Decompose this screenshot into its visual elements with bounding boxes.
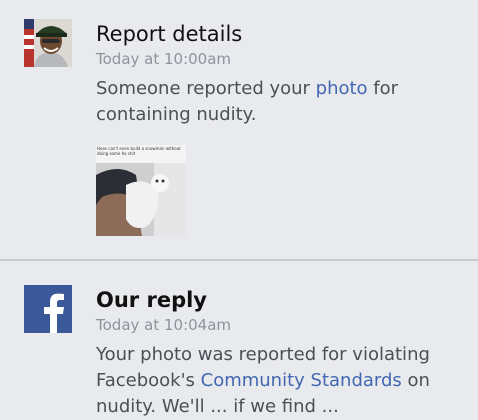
community-standards-link[interactable]: Community Standards: [201, 370, 402, 391]
reporter-avatar[interactable]: [24, 19, 72, 67]
reply-message: Your photo was reported for violating Fa…: [96, 342, 466, 420]
reply-title: Our reply: [96, 288, 207, 312]
report-message: Someone reported your photo for containi…: [96, 76, 466, 128]
report-timestamp: Today at 10:00am: [96, 50, 232, 68]
report-details-entry[interactable]: Report details Today at 10:00am Someone …: [0, 0, 478, 259]
entry-divider: [0, 259, 478, 261]
facebook-f-icon: [24, 285, 72, 333]
thumbnail-photo: [96, 163, 186, 236]
reported-photo-thumbnail[interactable]: Hoes can't even build a snowman without …: [96, 145, 186, 236]
reply-timestamp: Today at 10:04am: [96, 316, 232, 334]
report-title: Report details: [96, 22, 243, 46]
report-message-prefix: Someone reported your: [96, 78, 316, 99]
reported-photo-link[interactable]: photo: [316, 78, 368, 99]
